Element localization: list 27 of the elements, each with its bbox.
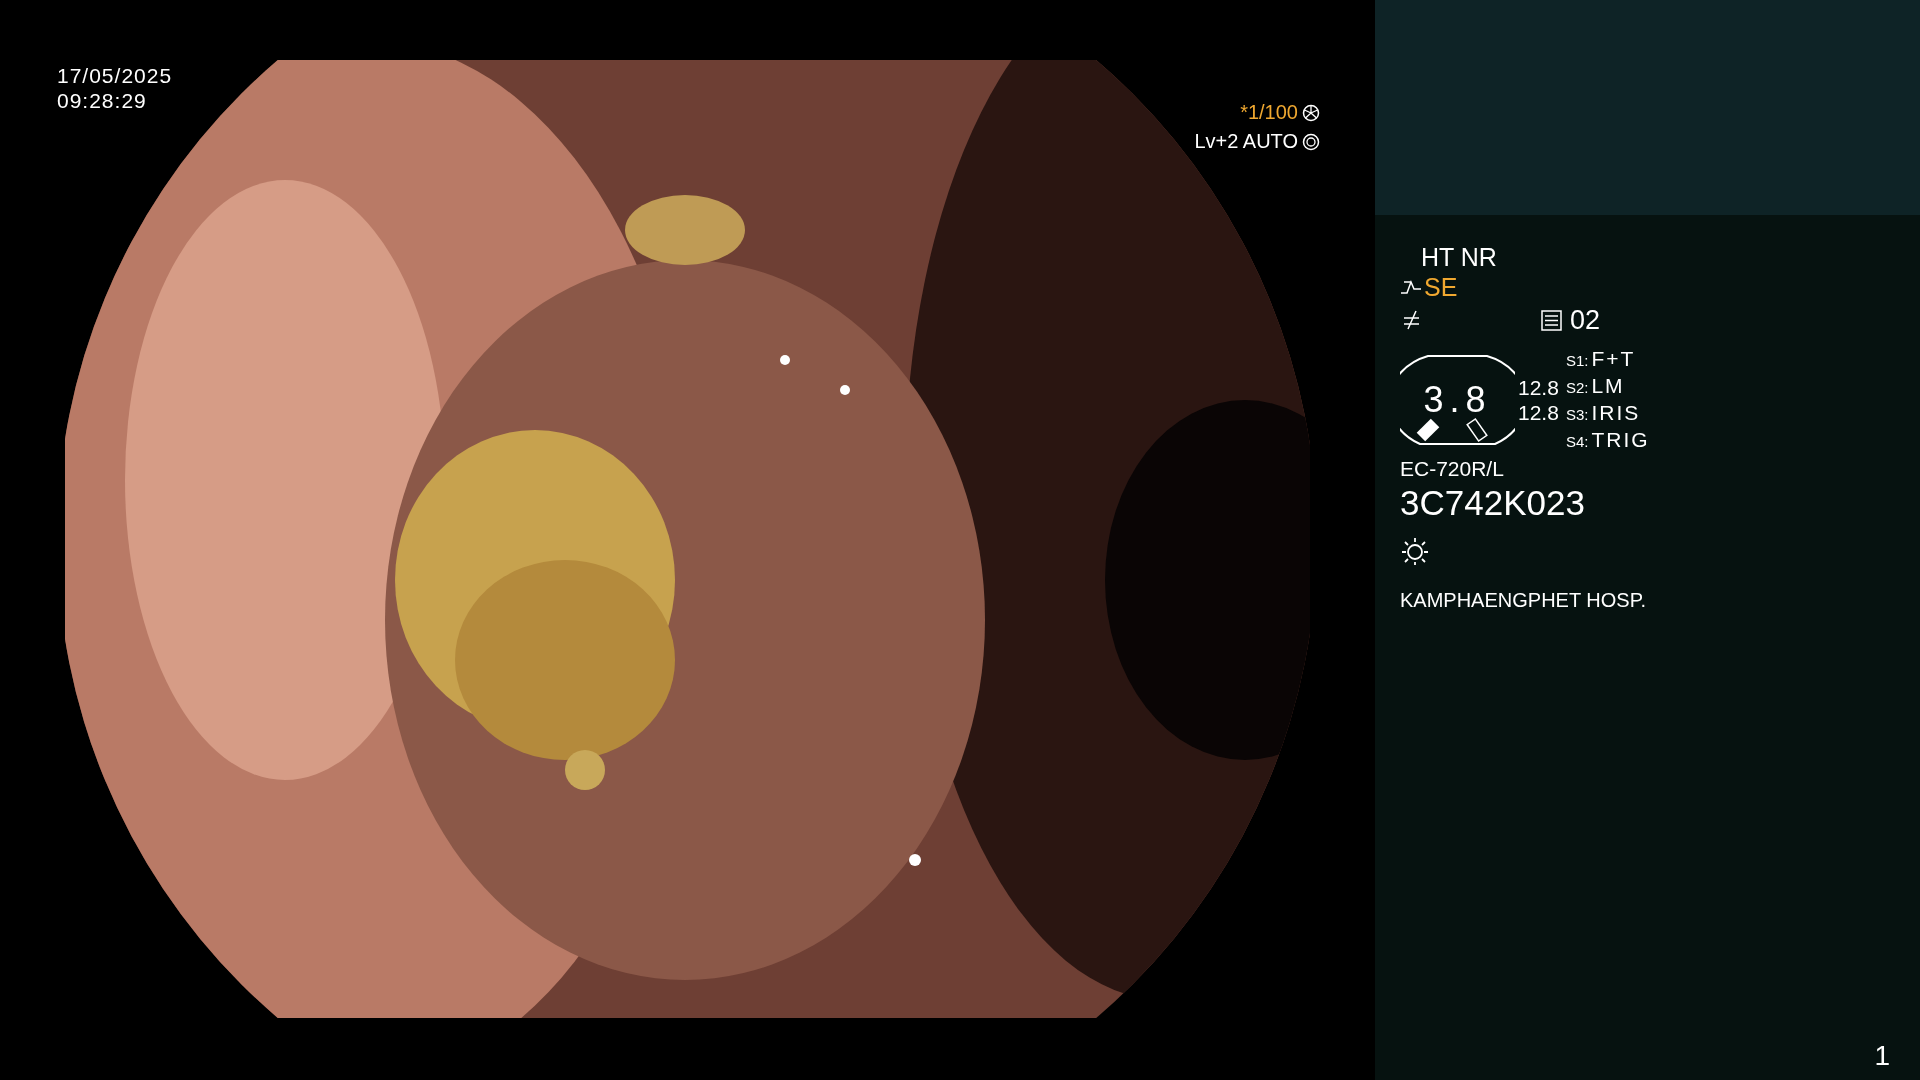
date-text: 17/05/2025 xyxy=(57,63,173,88)
gauge-reading: 12.8 xyxy=(1518,375,1559,400)
mode-text: HT NR xyxy=(1421,242,1498,272)
iris-icon xyxy=(1302,132,1320,151)
switch-function: LM xyxy=(1591,373,1625,398)
enhance-mode: SE xyxy=(1424,272,1458,302)
time-text: 09:28:29 xyxy=(57,88,148,113)
brightness-level: Lv+2 AUTO xyxy=(1194,129,1298,154)
serial-number: 3C742K023 xyxy=(1400,482,1586,524)
switch-function: F+T xyxy=(1591,346,1636,371)
hospital-name: KAMPHAENGPHET HOSP. xyxy=(1400,588,1647,612)
gauge-value: 3.8 xyxy=(1423,382,1492,418)
switch-label: S3: xyxy=(1565,405,1589,425)
switch-label: S4: xyxy=(1565,432,1589,452)
switch-label: S2: xyxy=(1565,378,1589,398)
scope-model: EC-720R/L xyxy=(1400,456,1505,482)
aperture-icon xyxy=(1302,103,1320,122)
page-number: 1 xyxy=(1874,1040,1890,1072)
settings-icon xyxy=(1540,309,1562,331)
lamp-icon xyxy=(1400,536,1430,566)
switch-function: TRIG xyxy=(1591,427,1650,452)
preset-number: 02 xyxy=(1569,304,1600,336)
gauge-reading: 12.8 xyxy=(1518,400,1559,425)
switch-label: S1: xyxy=(1565,351,1589,371)
shutter-speed: *1/100 xyxy=(1240,100,1298,125)
switch-function: IRIS xyxy=(1591,400,1641,425)
curve-icon xyxy=(1400,278,1422,296)
